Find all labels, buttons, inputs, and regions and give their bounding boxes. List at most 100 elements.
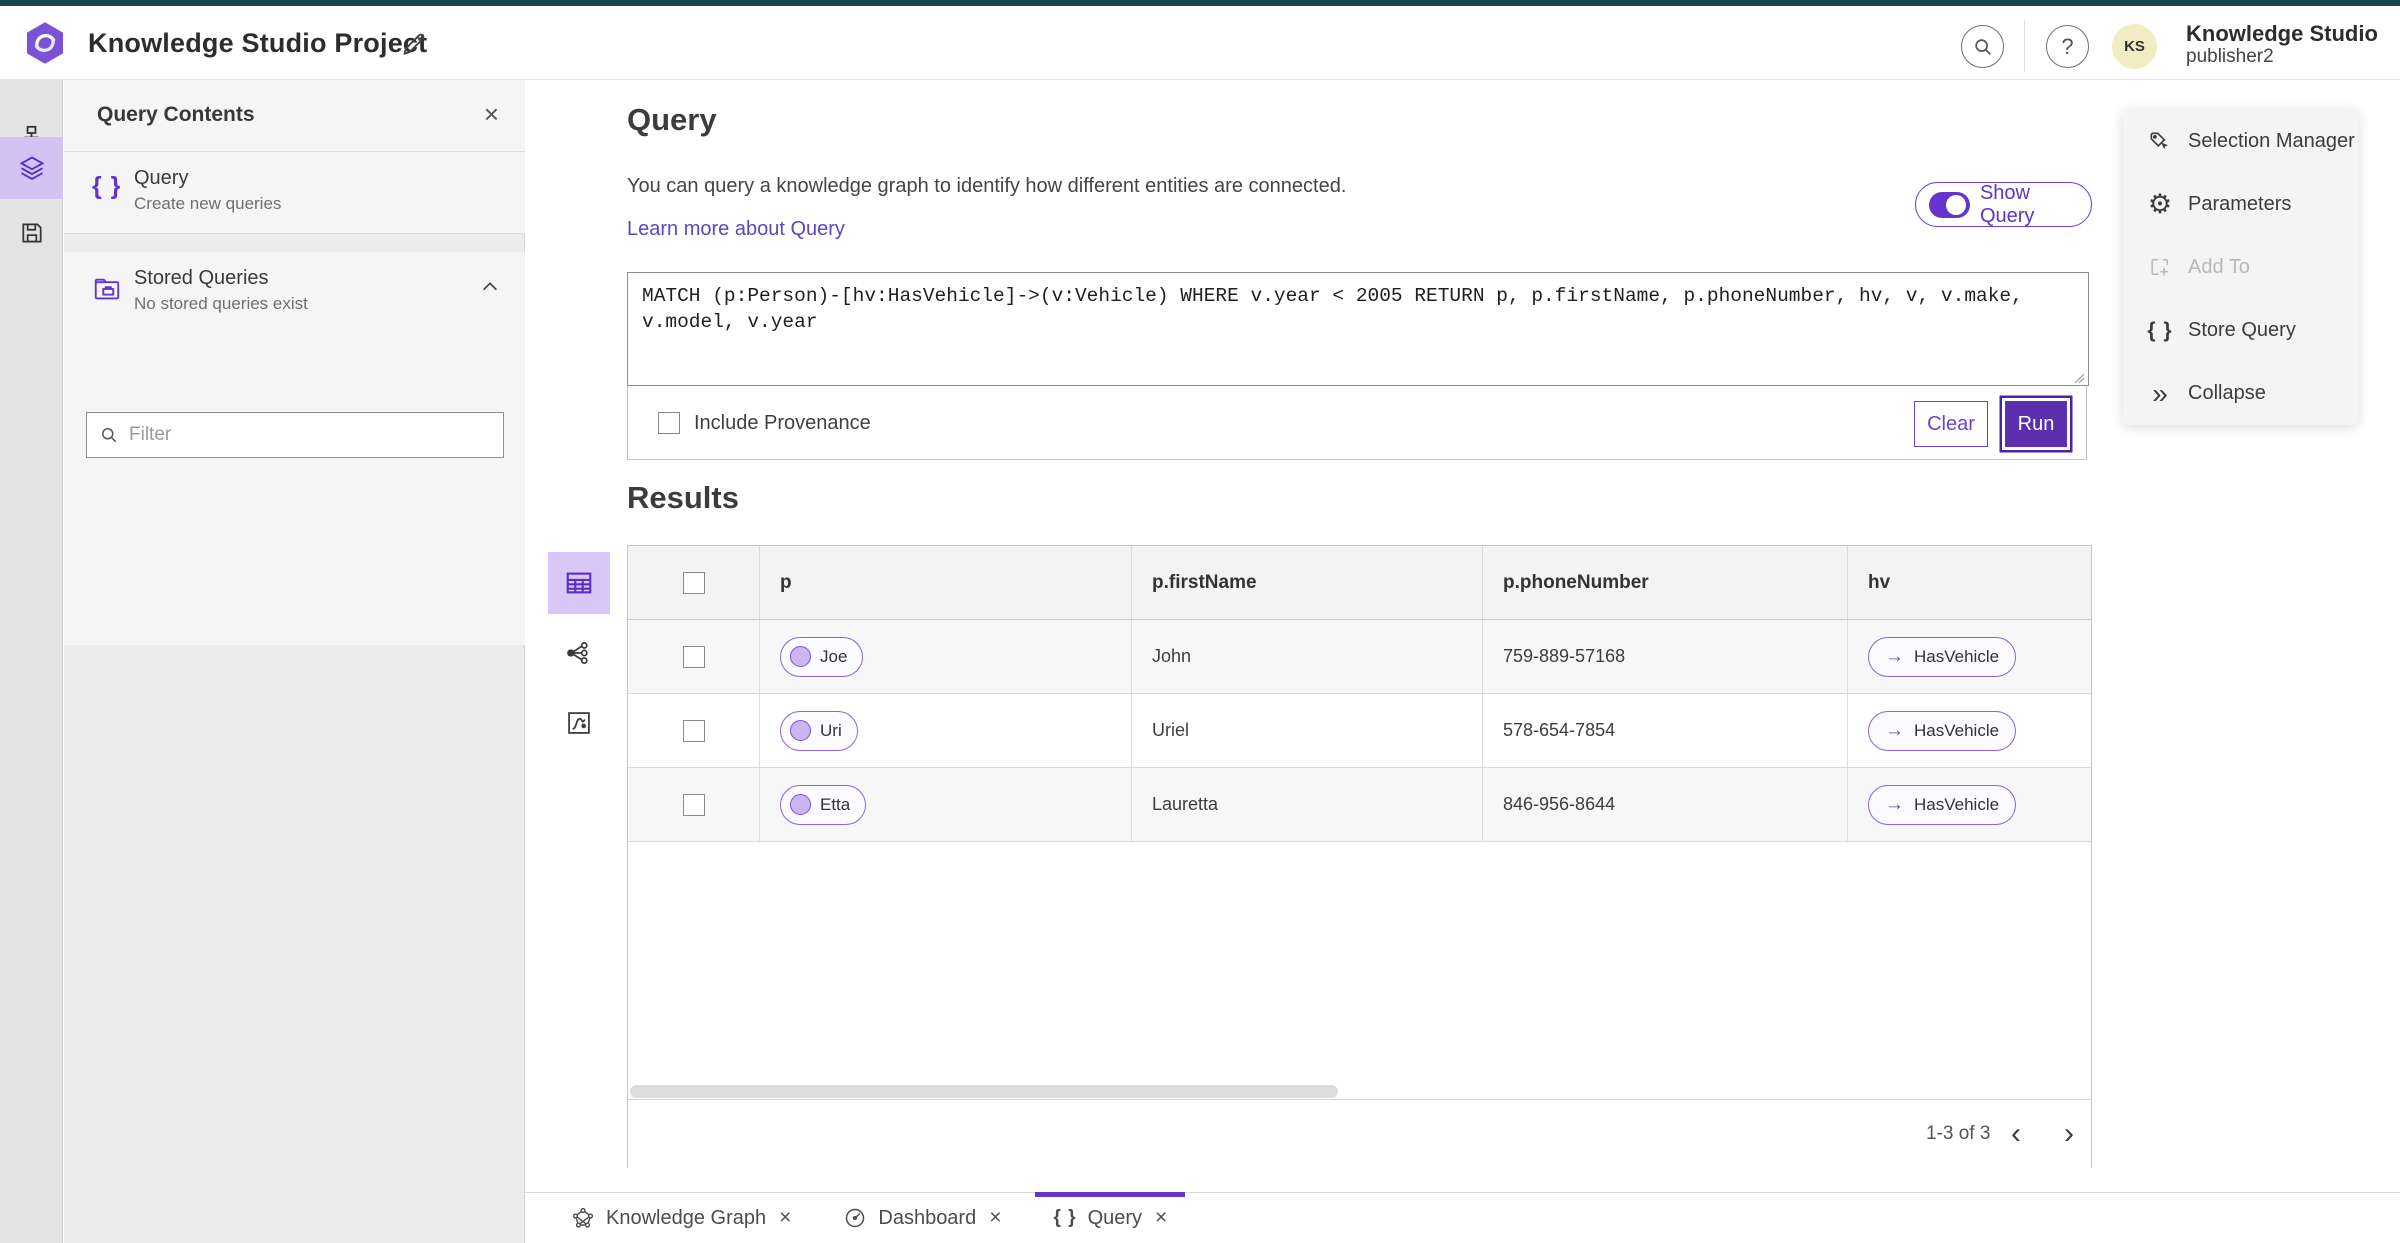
graph-view-button[interactable] bbox=[548, 622, 610, 684]
run-button[interactable]: Run bbox=[2002, 398, 2070, 450]
filter-input[interactable] bbox=[129, 424, 491, 446]
username-label: publisher2 bbox=[2186, 46, 2274, 68]
stored-queries-section: Stored Queries No stored queries exist bbox=[64, 252, 525, 645]
chart-icon bbox=[568, 712, 590, 734]
query-editor[interactable]: MATCH (p:Person)-[hv:HasVehicle]->(v:Veh… bbox=[627, 272, 2089, 386]
entity-dot-icon bbox=[790, 720, 811, 741]
help-icon: ? bbox=[2061, 33, 2074, 59]
previous-page-chevron-icon[interactable]: ‹ bbox=[1996, 1112, 2036, 1156]
main-content: Query You can query a knowledge graph to… bbox=[525, 80, 2400, 1192]
entity-pill[interactable]: Etta bbox=[780, 784, 867, 825]
menu-item-collapse[interactable]: » Collapse bbox=[2123, 362, 2358, 425]
relation-pill[interactable]: → HasVehicle bbox=[1868, 710, 2017, 751]
close-tab-icon[interactable]: × bbox=[989, 1206, 1001, 1230]
share-graph-icon bbox=[567, 641, 588, 665]
query-tools-menu: Selection Manager ⚙ Parameters Add To { … bbox=[2123, 110, 2358, 425]
selection-manager-icon bbox=[2147, 129, 2173, 155]
user-avatar[interactable]: KS bbox=[2112, 24, 2157, 69]
save-icon bbox=[21, 223, 42, 243]
menu-item-store-query[interactable]: { } Store Query bbox=[2123, 299, 2358, 362]
panel-header: Query Contents × bbox=[64, 80, 525, 152]
table-row[interactable]: Uri Uriel 578-654-7854 → HasVehicle bbox=[628, 694, 2091, 768]
braces-icon: { } bbox=[1053, 1207, 1077, 1228]
query-actions-row: Include Provenance Clear Run bbox=[628, 386, 2088, 461]
menu-item-add-to: Add To bbox=[2123, 236, 2358, 299]
header-divider bbox=[2024, 20, 2025, 72]
results-view-switcher bbox=[548, 552, 610, 754]
global-search-button[interactable] bbox=[1961, 25, 2004, 68]
arrow-right-icon: → bbox=[1885, 793, 1904, 815]
sidebar-item-query-layers[interactable] bbox=[0, 137, 63, 199]
braces-icon: { } bbox=[92, 172, 122, 200]
row-checkbox[interactable] bbox=[682, 793, 705, 816]
filter-field[interactable] bbox=[86, 412, 504, 458]
include-provenance-label: Include Provenance bbox=[694, 412, 871, 434]
collapse-section-chevron-up-icon[interactable] bbox=[479, 276, 501, 298]
table-icon bbox=[566, 572, 592, 594]
tab-knowledge-graph[interactable]: Knowledge Graph × bbox=[545, 1193, 817, 1243]
entity-pill[interactable]: Uri bbox=[780, 710, 858, 751]
query-contents-panel: Query Contents × { } Query Create new qu… bbox=[64, 80, 525, 1243]
app-name-label: Knowledge Studio bbox=[2186, 21, 2378, 46]
query-page-title: Query bbox=[627, 102, 717, 137]
tab-dashboard[interactable]: Dashboard × bbox=[817, 1193, 1027, 1243]
left-icon-rail: » bbox=[0, 80, 63, 1243]
show-query-toggle[interactable]: Show Query bbox=[1915, 182, 2092, 227]
toggle-switch-on[interactable] bbox=[1929, 191, 1970, 218]
show-query-label: Show Query bbox=[1979, 181, 2035, 227]
menu-item-parameters[interactable]: ⚙ Parameters bbox=[2123, 173, 2358, 236]
table-pagination-footer: 1-3 of 3 ‹ › bbox=[628, 1099, 2091, 1168]
table-row[interactable]: Etta Lauretta 846-956-8644 → HasVehicle bbox=[628, 768, 2091, 842]
braces-icon: { } bbox=[2147, 318, 2173, 342]
clear-button[interactable]: Clear bbox=[1914, 401, 1988, 447]
entity-dot-icon bbox=[790, 646, 811, 667]
arrow-right-icon: → bbox=[1885, 719, 1904, 741]
user-info[interactable]: Knowledge Studio publisher2 bbox=[2186, 21, 2378, 68]
menu-item-selection-manager[interactable]: Selection Manager bbox=[2123, 110, 2358, 173]
close-panel-icon[interactable]: × bbox=[484, 99, 499, 130]
dashboard-gauge-icon bbox=[843, 1206, 867, 1230]
relation-pill[interactable]: → HasVehicle bbox=[1868, 636, 2017, 677]
gear-icon: ⚙ bbox=[2147, 189, 2173, 219]
collapse-double-chevron-icon: » bbox=[2152, 377, 2168, 409]
close-tab-icon[interactable]: × bbox=[779, 1206, 791, 1230]
learn-more-link[interactable]: Learn more about Query bbox=[627, 218, 845, 241]
stored-queries-label[interactable]: Stored Queries bbox=[134, 267, 269, 290]
close-tab-icon[interactable]: × bbox=[1155, 1206, 1167, 1230]
results-title: Results bbox=[627, 480, 739, 515]
stored-queries-folder-icon bbox=[92, 274, 130, 304]
results-table: p p.firstName p.phoneNumber hv Joe John … bbox=[627, 545, 2092, 1168]
sidebar-item-save[interactable] bbox=[0, 202, 63, 264]
app-logo-icon[interactable] bbox=[22, 20, 68, 66]
column-header-phonenumber[interactable]: p.phoneNumber bbox=[1482, 546, 1847, 619]
help-button[interactable]: ? bbox=[2046, 25, 2089, 68]
include-provenance-checkbox[interactable] bbox=[658, 412, 680, 434]
sidebar-item-query[interactable]: { } Query Create new queries bbox=[64, 152, 525, 234]
table-row[interactable]: Joe John 759-889-57168 → HasVehicle bbox=[628, 620, 2091, 694]
row-checkbox[interactable] bbox=[682, 719, 705, 742]
app-header: Knowledge Studio Project ? KS Knowledge … bbox=[0, 6, 2400, 80]
horizontal-scrollbar[interactable] bbox=[628, 1084, 2091, 1099]
layers-icon bbox=[19, 156, 44, 181]
column-header-p[interactable]: p bbox=[759, 546, 1131, 619]
tab-query[interactable]: { } Query × bbox=[1027, 1191, 1193, 1243]
stored-queries-sublabel: No stored queries exist bbox=[134, 294, 308, 313]
column-header-hv[interactable]: hv bbox=[1847, 546, 2091, 619]
next-page-chevron-icon[interactable]: › bbox=[2049, 1112, 2089, 1156]
resize-handle[interactable] bbox=[2073, 372, 2085, 384]
entity-dot-icon bbox=[790, 794, 811, 815]
select-all-checkbox[interactable] bbox=[682, 571, 705, 594]
scrollbar-thumb[interactable] bbox=[630, 1085, 1338, 1098]
column-header-firstname[interactable]: p.firstName bbox=[1131, 546, 1482, 619]
row-checkbox[interactable] bbox=[682, 645, 705, 668]
entity-pill[interactable]: Joe bbox=[780, 636, 864, 677]
query-description: You can query a knowledge graph to ident… bbox=[627, 175, 1347, 197]
search-icon bbox=[102, 428, 117, 443]
table-view-button[interactable] bbox=[548, 552, 610, 614]
bottom-tab-bar: Knowledge Graph × Dashboard × { } Query … bbox=[525, 1191, 2400, 1243]
table-header-row: p p.firstName p.phoneNumber hv bbox=[628, 546, 2091, 620]
relation-pill[interactable]: → HasVehicle bbox=[1868, 784, 2017, 825]
knowledge-studio-app: Knowledge Studio Project ? KS Knowledge … bbox=[0, 0, 2400, 1243]
chart-view-button[interactable] bbox=[548, 692, 610, 754]
edit-title-pencil-icon[interactable] bbox=[398, 28, 430, 60]
